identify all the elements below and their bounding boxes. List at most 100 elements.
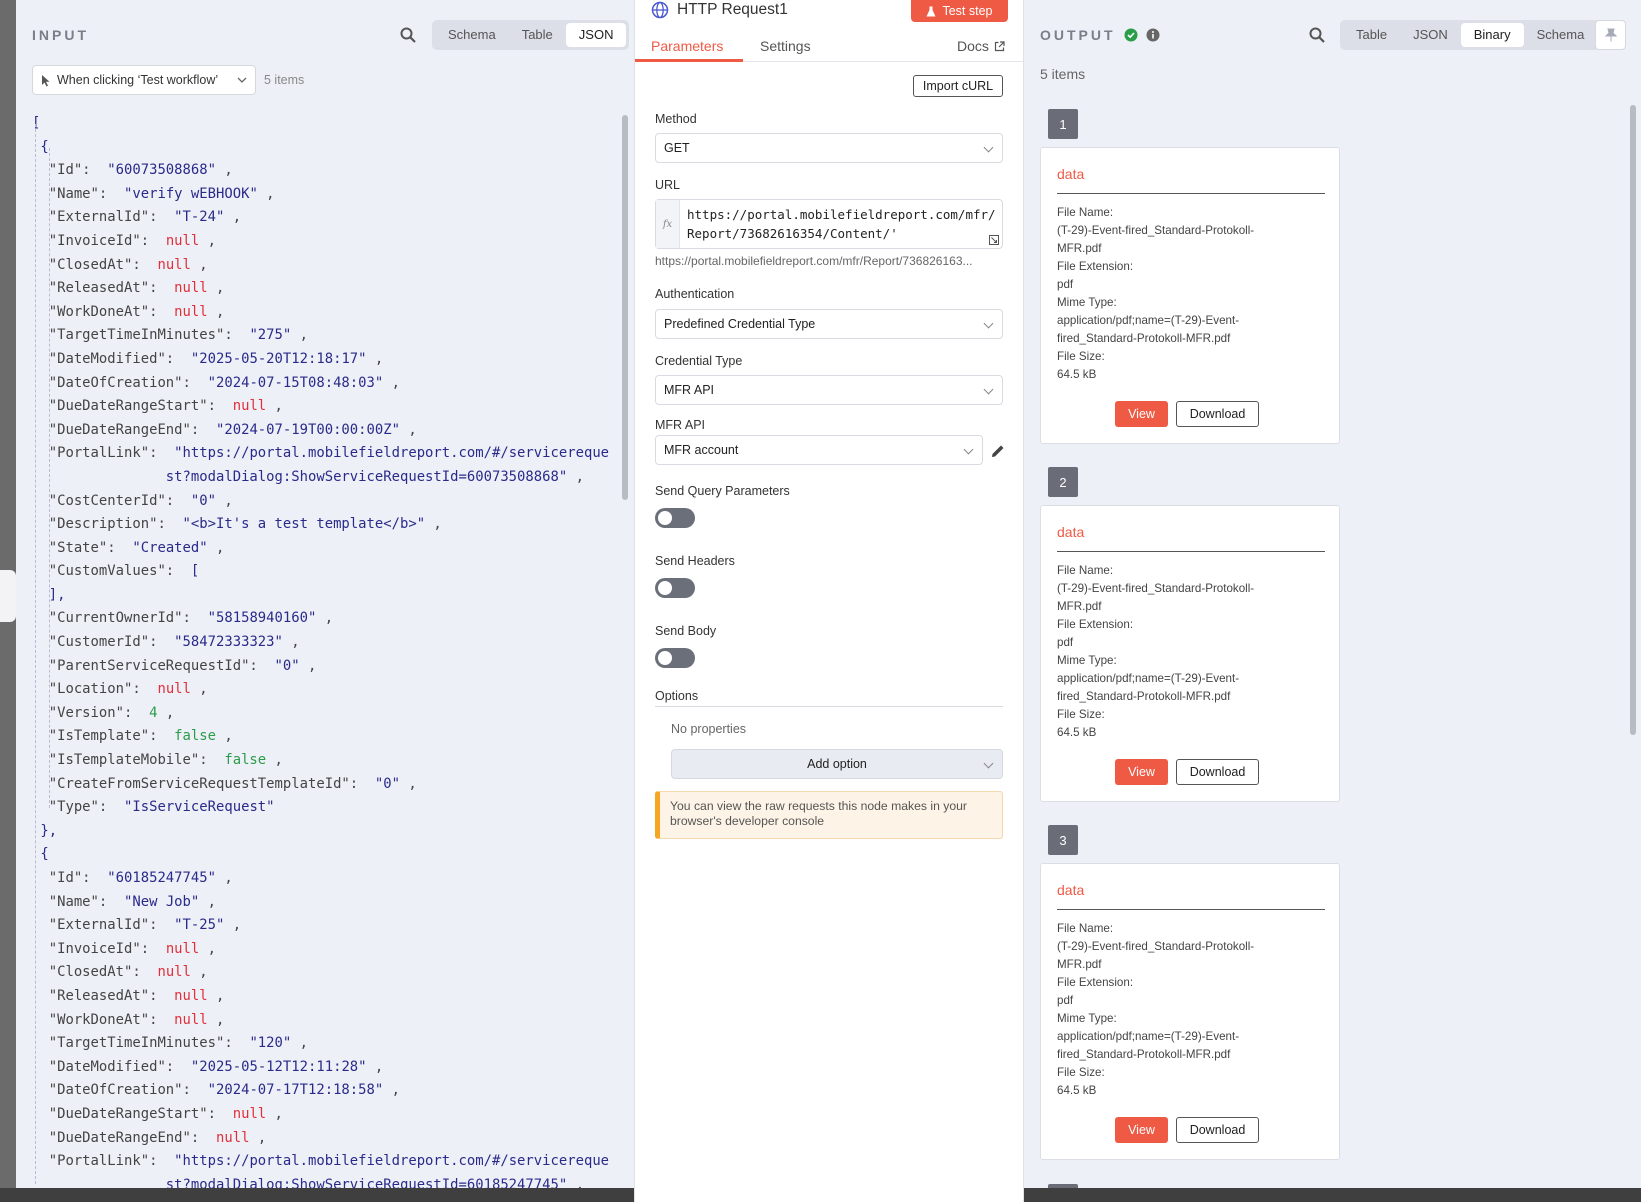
pin-data-button[interactable] xyxy=(1595,20,1626,50)
json-key: "CreateFromServiceRequestTemplateId": xyxy=(32,775,367,792)
search-icon[interactable] xyxy=(1309,27,1325,43)
input-view-tab[interactable]: Schema xyxy=(435,23,509,47)
json-line: "DateOfCreation": "2024-07-15T08:48:03" … xyxy=(32,372,632,396)
json-value: "2024-07-15T08:48:03" xyxy=(199,374,384,391)
binary-property-name: data xyxy=(1057,524,1085,540)
json-key: "DateModified": xyxy=(32,1058,183,1075)
json-line: "ExternalId": "T-25" , xyxy=(32,914,632,938)
json-key: "DateModified": xyxy=(32,350,183,367)
tab-docs[interactable]: Docs xyxy=(957,38,1005,54)
json-value: null xyxy=(149,964,191,981)
download-button[interactable]: Download xyxy=(1176,401,1259,427)
json-value: false xyxy=(215,752,267,769)
input-scrollbar[interactable] xyxy=(622,115,628,500)
pencil-icon[interactable] xyxy=(991,444,1005,458)
globe-icon xyxy=(651,1,669,19)
left-collapse-tab[interactable] xyxy=(0,570,16,622)
json-key: "ReleasedAt": xyxy=(32,987,166,1004)
json-line: "CurrentOwnerId": "58158940160" , xyxy=(32,607,632,631)
authentication-value: Predefined Credential Type xyxy=(664,317,816,331)
json-key: , xyxy=(567,468,584,485)
json-value: null xyxy=(165,1011,208,1028)
json-key: , xyxy=(207,303,225,320)
json-value: "T-24" xyxy=(165,209,225,226)
method-select[interactable]: GET xyxy=(655,133,1003,163)
view-button[interactable]: View xyxy=(1115,759,1168,785)
mfr-api-credential-select[interactable]: MFR account xyxy=(655,435,983,465)
tab-parameters[interactable]: Parameters xyxy=(651,38,723,54)
json-key: , xyxy=(266,1105,283,1122)
card-divider xyxy=(1057,909,1325,910)
json-key: , xyxy=(207,539,225,556)
add-option-button[interactable]: Add option xyxy=(671,749,1003,779)
download-button[interactable]: Download xyxy=(1176,1117,1259,1143)
json-line: "ReleasedAt": null , xyxy=(32,985,632,1009)
json-value: null xyxy=(149,256,191,273)
test-step-button[interactable]: Test step xyxy=(911,0,1008,22)
output-scrollbar[interactable] xyxy=(1630,105,1636,735)
json-value: null xyxy=(157,232,200,249)
binary-data-card: data File Name: (T-29)-Event-fired_Stand… xyxy=(1040,147,1340,444)
send-headers-toggle[interactable] xyxy=(655,578,695,598)
json-key: "DueDateRangeStart": xyxy=(32,398,225,415)
json-value: [ xyxy=(182,563,200,580)
card-divider xyxy=(1057,551,1325,552)
json-value: "2024-07-17T12:18:58" xyxy=(199,1082,384,1099)
json-key: "CustomValues": xyxy=(32,563,183,580)
view-button[interactable]: View xyxy=(1115,401,1168,427)
json-line: "TargetTimeInMinutes": "120" , xyxy=(32,1032,632,1056)
json-line: "WorkDoneAt": null , xyxy=(32,1009,632,1033)
output-view-tab[interactable]: Table xyxy=(1343,23,1400,47)
json-key: , xyxy=(399,421,417,438)
send-query-toggle[interactable] xyxy=(655,508,695,528)
json-key: , xyxy=(199,940,217,957)
url-field[interactable]: fx https://portal.mobilefieldreport.com/… xyxy=(655,199,1003,249)
output-view-tab[interactable]: JSON xyxy=(1400,23,1461,47)
expand-icon[interactable] xyxy=(989,235,999,245)
authentication-select[interactable]: Predefined Credential Type xyxy=(655,309,1003,339)
input-view-tab[interactable]: Table xyxy=(509,23,566,47)
input-view-switcher: Schema Table JSON xyxy=(432,20,630,50)
file-name-value: MFR.pdf xyxy=(1057,600,1102,613)
json-key: , xyxy=(216,492,233,509)
node-title-text[interactable]: HTTP Request1 xyxy=(677,1,788,19)
import-curl-button[interactable]: Import cURL xyxy=(913,75,1003,97)
chevron-down-icon xyxy=(983,142,994,153)
trigger-node-select[interactable]: When clicking ‘Test workflow’ xyxy=(32,65,256,95)
credential-type-value: MFR API xyxy=(664,383,715,397)
json-key: "InvoiceId": xyxy=(32,232,158,249)
chevron-down-icon xyxy=(983,318,994,329)
json-value: [ xyxy=(32,115,41,131)
item-index-badge: 3 xyxy=(1048,825,1078,855)
json-key: , xyxy=(291,1035,308,1052)
input-view-tab[interactable]: JSON xyxy=(565,23,627,47)
json-line: "Name": "verify wEBHOOK" , xyxy=(32,183,632,207)
send-body-toggle[interactable] xyxy=(655,648,695,668)
check-circle-icon xyxy=(1124,28,1138,42)
json-value: "Created" xyxy=(124,539,208,556)
url-value[interactable]: https://portal.mobilefieldreport.com/mfr… xyxy=(687,205,999,243)
output-view-tab[interactable]: Binary xyxy=(1460,23,1524,47)
send-headers-label: Send Headers xyxy=(655,554,735,568)
chevron-down-icon xyxy=(963,444,974,455)
json-key: , xyxy=(190,256,208,273)
developer-console-notice: You can view the raw requests this node … xyxy=(655,791,1003,839)
json-line: "WorkDoneAt": null , xyxy=(32,301,632,325)
info-icon[interactable] xyxy=(1146,28,1160,42)
search-icon[interactable] xyxy=(400,27,416,43)
mime-type-value: fired_Standard-Protokoll-MFR.pdf xyxy=(1057,332,1231,345)
output-view-tab[interactable]: Schema xyxy=(1524,23,1598,47)
json-line: "DueDateRangeEnd": "2024-07-19T00:00:00Z… xyxy=(32,419,632,443)
mime-type-label: Mime Type: xyxy=(1057,296,1117,309)
json-value: "58158940160" xyxy=(199,610,317,627)
file-name-value: MFR.pdf xyxy=(1057,242,1102,255)
mime-type-value: fired_Standard-Protokoll-MFR.pdf xyxy=(1057,690,1231,703)
url-preview: https://portal.mobilefieldreport.com/mfr… xyxy=(655,254,973,268)
credential-type-select[interactable]: MFR API xyxy=(655,375,1003,405)
json-key: "DateOfCreation": xyxy=(32,1082,200,1099)
mime-type-label: Mime Type: xyxy=(1057,654,1117,667)
download-button[interactable]: Download xyxy=(1176,759,1259,785)
tab-settings[interactable]: Settings xyxy=(760,38,811,54)
view-button[interactable]: View xyxy=(1115,1117,1168,1143)
json-line: "DueDateRangeEnd": null , xyxy=(32,1127,632,1151)
